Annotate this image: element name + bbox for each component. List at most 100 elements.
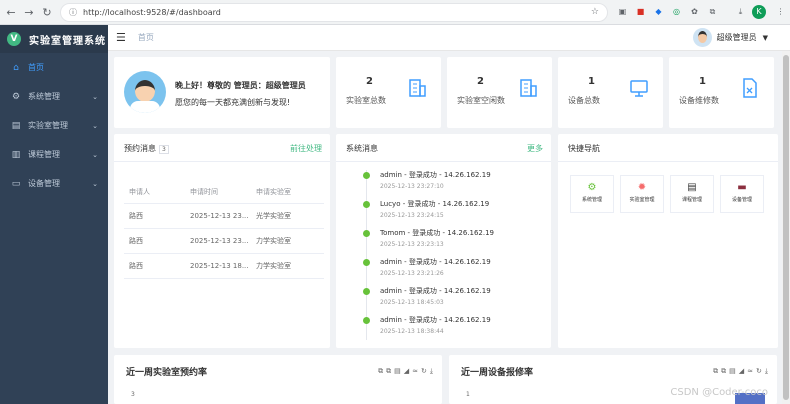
panel-title: 预约消息 3 [124,143,169,154]
chevron-down-icon: ⌄ [92,92,98,101]
y-tick-label: 1 [466,391,470,398]
stat-value: 1 [699,76,706,87]
sidebar-item-device[interactable]: ▭ 设备管理 ⌄ [0,169,108,198]
y-tick-label: 3 [131,391,135,398]
building-icon [520,79,537,97]
bookmark-star-icon[interactable]: ☆ [591,7,599,17]
timeline-dot [363,230,370,237]
page-scrollbar[interactable] [782,51,790,404]
booking-panel: 预约消息 3 前往处理 申请人 申请时间 申请实验室 路西 2025-12-13 … [114,134,330,348]
go-process-link[interactable]: 前往处理 [290,143,322,154]
sidebar-item-label: 实验室管理 [28,121,68,130]
stat-label: 设备维修数 [679,96,719,105]
log-text: admin - 登录成功 - 14.26.162.19 [380,287,491,295]
quick-system-button[interactable]: ⚙ 系统管理 [570,175,614,213]
logo-icon: V [7,32,21,46]
username: 超级管理员 [716,33,757,42]
reload-icon[interactable]: ↻ [40,6,54,19]
table-row[interactable]: 路西 2025-12-13 23... 光学实验室 [124,204,324,229]
back-icon[interactable]: ← [4,6,18,19]
quick-label: 实验室管理 [629,197,655,203]
table-row[interactable]: 路西 2025-12-13 18... 力学实验室 [124,254,324,279]
timeline-dot [363,288,370,295]
motto-text: 愿您的每一天都充满创新与发现! [175,98,291,107]
puzzle-icon[interactable]: ⧉ [706,5,719,18]
caret-down-icon: ▼ [762,33,768,42]
booking-title: 预约消息 [124,144,156,153]
quick-label: 设备管理 [731,197,752,203]
site-info-icon[interactable]: ⓘ [69,7,77,18]
quick-lab-button[interactable]: ✹ 实验室管理 [620,175,664,213]
address-bar[interactable]: ⓘ http://localhost:9528/#/dashboard ☆ [60,3,608,22]
table-cell: 力学实验室 [256,262,291,270]
column-header: 申请人 [129,187,150,196]
lab-booking-rate-chart: 近一周实验室预约率 ⧉⧉▤◢≈↻⤓ 3 [114,355,442,404]
divider [558,161,778,162]
building-icon [409,79,426,97]
stat-label: 实验室总数 [346,96,386,105]
extension-icon[interactable]: ▣ [616,5,629,18]
book-icon: ▥ [11,149,21,160]
chevron-down-icon: ⌄ [92,121,98,130]
gear-icon: ⚙ [11,91,21,102]
profile-avatar[interactable]: K [752,5,766,19]
stat-label: 实验室空闲数 [457,96,505,105]
divider [114,161,330,162]
extension-icon[interactable]: ✿ [688,5,701,18]
table-cell: 路西 [129,212,143,220]
scrollbar-thumb[interactable] [783,55,789,400]
flask-gear-icon: ✹ [637,182,647,193]
count-badge: 3 [159,145,169,154]
log-time: 2025-12-13 23:27:10 [380,183,444,190]
sidebar: V 实验室管理系统 ⌂ 首页 ⚙ 系统管理 ⌄ ▤ 实验室管理 ⌄ ▥ 课程管理… [0,25,108,404]
table-row[interactable]: 路西 2025-12-13 23... 力学实验室 [124,229,324,254]
top-navbar: ☰ 首页 超级管理员 ▼ [108,25,790,51]
stat-value: 2 [477,76,484,87]
sidebar-item-label: 课程管理 [28,150,60,159]
app-title: 实验室管理系统 [29,35,106,47]
more-link[interactable]: 更多 [527,143,543,154]
breadcrumb[interactable]: 首页 [138,32,154,43]
log-text: admin - 登录成功 - 14.26.162.19 [380,258,491,266]
syslog-title: 系统消息 [346,144,378,153]
sidebar-item-system[interactable]: ⚙ 系统管理 ⌄ [0,82,108,111]
user-dropdown[interactable]: 超级管理员 ▼ [692,28,768,47]
quick-title: 快捷导航 [568,144,600,153]
extension-icon[interactable]: ◎ [670,5,683,18]
hamburger-icon[interactable]: ☰ [116,31,126,44]
sidebar-item-home[interactable]: ⌂ 首页 [0,53,108,82]
chart-toolbox[interactable]: ⧉⧉▤◢≈↻⤓ [378,367,436,376]
greeting-text: 晚上好！尊敬的 管理员：超级管理员 [175,81,306,90]
sidebar-item-label: 首页 [28,63,44,72]
monitor-icon: ▭ [11,178,21,189]
app-logo: V 实验室管理系统 [0,25,108,53]
menu-kebab-icon[interactable]: ⋮ [774,5,787,18]
log-text: Lucyo - 登录成功 - 14.26.162.19 [380,200,490,208]
table-cell: 光学实验室 [256,212,291,220]
column-header: 申请时间 [190,187,218,196]
timeline-dot [363,172,370,179]
chart-title: 近一周设备报修率 [461,368,534,378]
table-cell: 2025-12-13 23... [190,237,249,245]
user-avatar [124,71,166,113]
quick-course-button[interactable]: ▤ 课程管理 [670,175,714,213]
stat-card-lab-total: 2 实验室总数 [336,57,441,128]
table-cell: 2025-12-13 18... [190,262,249,270]
stat-card-device-repair: 1 设备维修数 [669,57,774,128]
forward-icon[interactable]: → [22,6,36,19]
chart-toolbox[interactable]: ⧉⧉▤◢≈↻⤓ [713,367,771,376]
booking-table: 申请人 申请时间 申请实验室 路西 2025-12-13 23... 光学实验室… [124,180,324,279]
download-icon[interactable]: ⤓ [734,5,747,18]
sidebar-item-course[interactable]: ▥ 课程管理 ⌄ [0,140,108,169]
chart-title: 近一周实验室预约率 [126,368,208,378]
log-time: 2025-12-13 23:24:15 [380,212,444,219]
extension-icon[interactable]: ◆ [652,5,665,18]
home-icon: ⌂ [13,62,19,73]
quick-device-button[interactable]: ▬ 设备管理 [720,175,764,213]
column-header: 申请实验室 [256,187,291,196]
sidebar-item-lab[interactable]: ▤ 实验室管理 ⌄ [0,111,108,140]
timeline-dot [363,317,370,324]
url-text: http://localhost:9528/#/dashboard [83,8,221,17]
quick-label: 课程管理 [681,197,702,203]
extension-icon[interactable]: ■ [634,5,647,18]
